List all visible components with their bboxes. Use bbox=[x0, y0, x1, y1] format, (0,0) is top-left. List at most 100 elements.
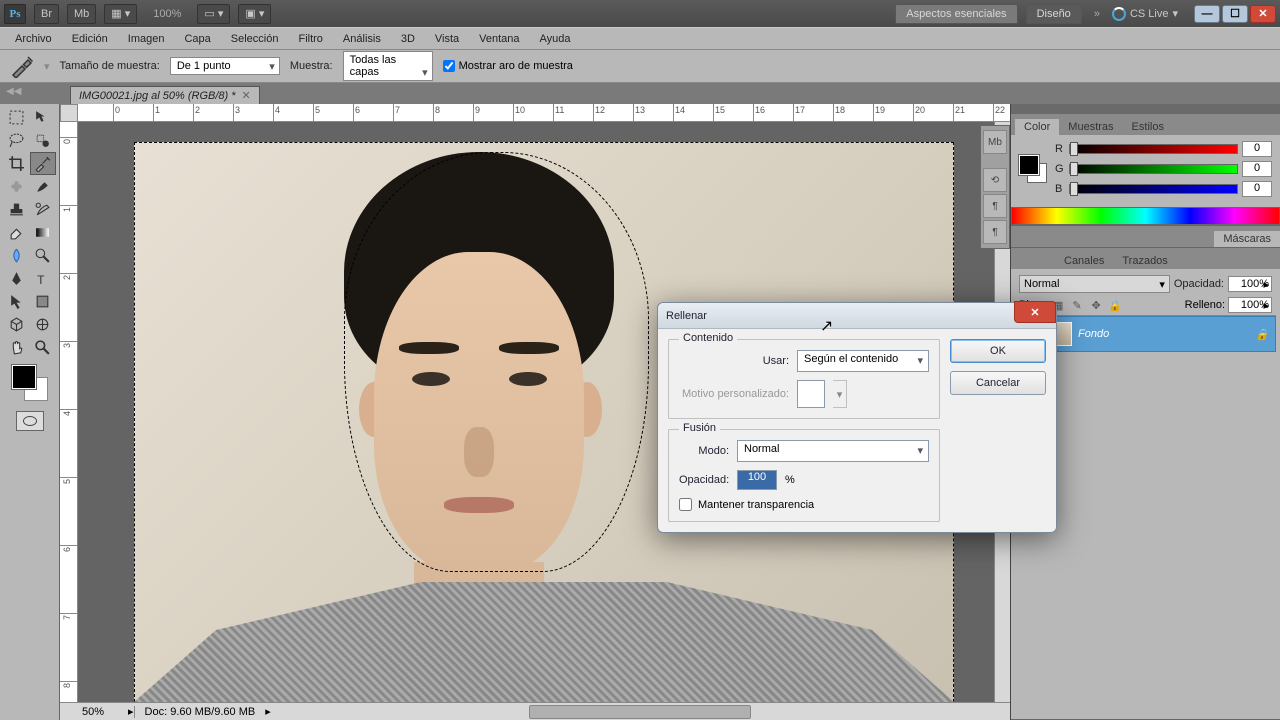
minimize-button[interactable]: — bbox=[1194, 5, 1220, 23]
menu-capa[interactable]: Capa bbox=[175, 31, 219, 47]
cancel-button[interactable]: Cancelar bbox=[950, 371, 1046, 395]
sample-layers-select[interactable]: Todas las capas bbox=[343, 51, 433, 81]
ruler-horizontal[interactable]: 012345678910111213141516171819202122 bbox=[78, 104, 1010, 122]
view-extras-icon[interactable]: ▦ ▾ bbox=[104, 4, 137, 24]
workspace-essentials-button[interactable]: Aspectos esenciales bbox=[895, 4, 1017, 24]
dock-character-icon[interactable]: ¶ bbox=[983, 220, 1007, 244]
tab-color[interactable]: Color bbox=[1015, 119, 1059, 135]
dodge-tool-icon[interactable] bbox=[30, 244, 56, 267]
sample-label: Muestra: bbox=[290, 60, 333, 72]
hand-tool-icon[interactable] bbox=[4, 336, 30, 359]
lasso-tool-icon[interactable] bbox=[4, 129, 30, 152]
ok-button[interactable]: OK bbox=[950, 339, 1046, 363]
preserve-trans-checkbox[interactable]: Mantener transparencia bbox=[679, 498, 929, 511]
3d-camera-tool-icon[interactable] bbox=[30, 313, 56, 336]
menu-imagen[interactable]: Imagen bbox=[119, 31, 174, 47]
zoom-level[interactable]: 100% bbox=[145, 8, 189, 20]
pattern-picker-icon: ▾ bbox=[833, 380, 847, 408]
status-zoom[interactable]: 50% bbox=[78, 706, 128, 718]
path-select-tool-icon[interactable] bbox=[4, 290, 30, 313]
ruler-vertical[interactable]: 012345678 bbox=[60, 122, 78, 702]
cslive-icon bbox=[1112, 7, 1126, 21]
menu-archivo[interactable]: Archivo bbox=[6, 31, 61, 47]
quick-select-tool-icon[interactable] bbox=[30, 129, 56, 152]
menu-filtro[interactable]: Filtro bbox=[289, 31, 331, 47]
menu-edicion[interactable]: Edición bbox=[63, 31, 117, 47]
stamp-tool-icon[interactable] bbox=[4, 198, 30, 221]
maximize-button[interactable]: ☐ bbox=[1222, 5, 1248, 23]
blur-tool-icon[interactable] bbox=[4, 244, 30, 267]
color-swatches[interactable] bbox=[12, 365, 48, 401]
quick-mask-icon[interactable] bbox=[16, 411, 44, 431]
g-value[interactable]: 0 bbox=[1242, 161, 1272, 177]
dock-minibridge-icon[interactable]: Mb bbox=[983, 130, 1007, 154]
lock-move-icon[interactable]: ✥ bbox=[1088, 297, 1104, 313]
3d-tool-icon[interactable] bbox=[4, 313, 30, 336]
tab-masks[interactable]: Máscaras bbox=[1214, 231, 1280, 247]
type-tool-icon[interactable]: T bbox=[30, 267, 56, 290]
cslive-button[interactable]: CS Live ▾ bbox=[1112, 7, 1178, 21]
icon-dock: Mb ⟲ ¶ ¶ bbox=[980, 125, 1010, 249]
g-slider[interactable] bbox=[1069, 164, 1238, 174]
pen-tool-icon[interactable] bbox=[4, 267, 30, 290]
minibridge-icon[interactable]: Mb bbox=[67, 4, 96, 24]
document-tab[interactable]: IMG00021.jpg al 50% (RGB/8) * ✕ bbox=[70, 86, 260, 104]
r-slider[interactable] bbox=[1069, 144, 1238, 154]
eraser-tool-icon[interactable] bbox=[4, 221, 30, 244]
tab-channels[interactable]: Canales bbox=[1055, 253, 1113, 269]
menu-analisis[interactable]: Análisis bbox=[334, 31, 390, 47]
brush-tool-icon[interactable] bbox=[30, 175, 56, 198]
dialog-titlebar[interactable]: Rellenar ✕ bbox=[658, 303, 1056, 329]
menu-seleccion[interactable]: Selección bbox=[222, 31, 288, 47]
shape-tool-icon[interactable] bbox=[30, 290, 56, 313]
content-fieldset: Contenido Usar: Según el contenido Motiv… bbox=[668, 339, 940, 419]
b-value[interactable]: 0 bbox=[1242, 181, 1272, 197]
use-select[interactable]: Según el contenido bbox=[797, 350, 929, 372]
close-button[interactable]: ✕ bbox=[1250, 5, 1276, 23]
menu-3d[interactable]: 3D bbox=[392, 31, 424, 47]
close-tab-icon[interactable]: ✕ bbox=[242, 89, 251, 102]
scrollbar-horizontal[interactable] bbox=[271, 705, 1010, 719]
menu-ventana[interactable]: Ventana bbox=[470, 31, 528, 47]
color-preview[interactable] bbox=[1019, 155, 1047, 183]
fill-value[interactable]: 100% bbox=[1228, 297, 1272, 313]
r-value[interactable]: 0 bbox=[1242, 141, 1272, 157]
menu-ayuda[interactable]: Ayuda bbox=[531, 31, 580, 47]
show-ring-checkbox[interactable]: Mostrar aro de muestra bbox=[443, 60, 573, 72]
lock-paint-icon[interactable]: ✎ bbox=[1069, 297, 1085, 313]
current-tool-icon[interactable] bbox=[10, 55, 34, 77]
eyedropper-tool-icon[interactable] bbox=[30, 152, 56, 175]
mode-select[interactable]: Normal bbox=[737, 440, 929, 462]
ruler-origin[interactable] bbox=[60, 104, 78, 122]
tab-styles[interactable]: Estilos bbox=[1123, 119, 1173, 135]
dock-paragraph-icon[interactable]: ¶ bbox=[983, 194, 1007, 218]
svg-text:T: T bbox=[37, 274, 44, 287]
crop-tool-icon[interactable] bbox=[4, 152, 30, 175]
workspace-more-icon[interactable]: » bbox=[1090, 8, 1104, 20]
blend-mode-select[interactable]: Normal bbox=[1019, 275, 1170, 293]
bridge-icon[interactable]: Br bbox=[34, 4, 59, 24]
sample-size-select[interactable]: De 1 punto bbox=[170, 57, 280, 75]
marquee-tool-icon[interactable] bbox=[4, 106, 30, 129]
status-doc-size[interactable]: Doc: 9.60 MB/9.60 MB bbox=[134, 706, 266, 718]
dlg-opacity-input[interactable]: 100 bbox=[737, 470, 777, 490]
opacity-value[interactable]: 100% bbox=[1228, 276, 1272, 292]
workspace-design-button[interactable]: Diseño bbox=[1026, 4, 1082, 24]
zoom-tool-icon[interactable] bbox=[30, 336, 56, 359]
tab-paths[interactable]: Trazados bbox=[1113, 253, 1176, 269]
heal-tool-icon[interactable] bbox=[4, 175, 30, 198]
dialog-close-button[interactable]: ✕ bbox=[1014, 301, 1056, 323]
foreground-color-swatch[interactable] bbox=[12, 365, 36, 389]
move-tool-icon[interactable] bbox=[30, 106, 56, 129]
arrange-docs-icon[interactable]: ▭ ▾ bbox=[197, 4, 230, 24]
gradient-tool-icon[interactable] bbox=[30, 221, 56, 244]
dock-history-icon[interactable]: ⟲ bbox=[983, 168, 1007, 192]
lock-all-icon[interactable]: 🔒 bbox=[1107, 297, 1123, 313]
history-brush-tool-icon[interactable] bbox=[30, 198, 56, 221]
color-spectrum[interactable] bbox=[1011, 207, 1280, 225]
tabbar-handle-icon[interactable]: ◀◀ bbox=[6, 86, 21, 97]
b-slider[interactable] bbox=[1069, 184, 1238, 194]
screen-mode-icon[interactable]: ▣ ▾ bbox=[238, 4, 271, 24]
menu-vista[interactable]: Vista bbox=[426, 31, 468, 47]
tab-swatches[interactable]: Muestras bbox=[1059, 119, 1122, 135]
